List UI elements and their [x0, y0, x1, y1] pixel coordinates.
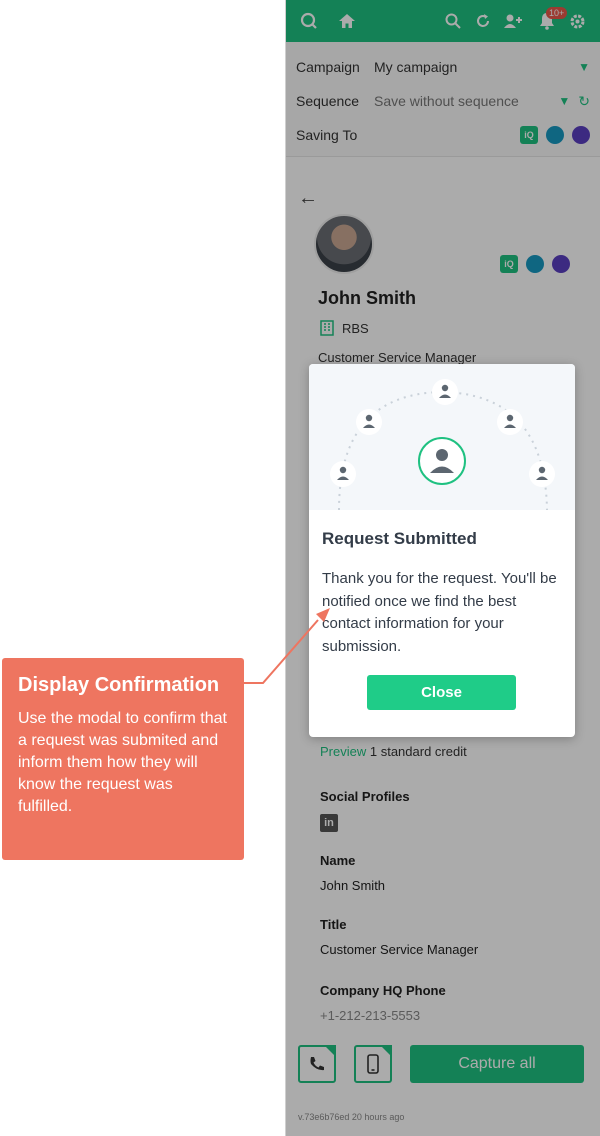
- annotation-title: Display Confirmation: [18, 674, 220, 696]
- person-icon: [529, 461, 555, 487]
- network-illustration: [309, 364, 575, 511]
- modal-title: Request Submitted: [322, 529, 477, 548]
- person-icon: [356, 409, 382, 435]
- annotation-callout: Display Confirmation Use the modal to co…: [2, 658, 244, 860]
- person-icon: [497, 409, 523, 435]
- central-person-icon: [418, 437, 466, 485]
- close-button[interactable]: Close: [367, 675, 516, 710]
- person-icon: [330, 461, 356, 487]
- page: Display Confirmation Use the modal to co…: [0, 0, 600, 1136]
- person-icon: [432, 379, 458, 405]
- annotation-text: Use the modal to confirm that a request …: [18, 710, 227, 815]
- request-submitted-modal: Request Submitted Thank you for the requ…: [309, 364, 575, 737]
- modal-message: Thank you for the request. You'll be not…: [322, 570, 557, 655]
